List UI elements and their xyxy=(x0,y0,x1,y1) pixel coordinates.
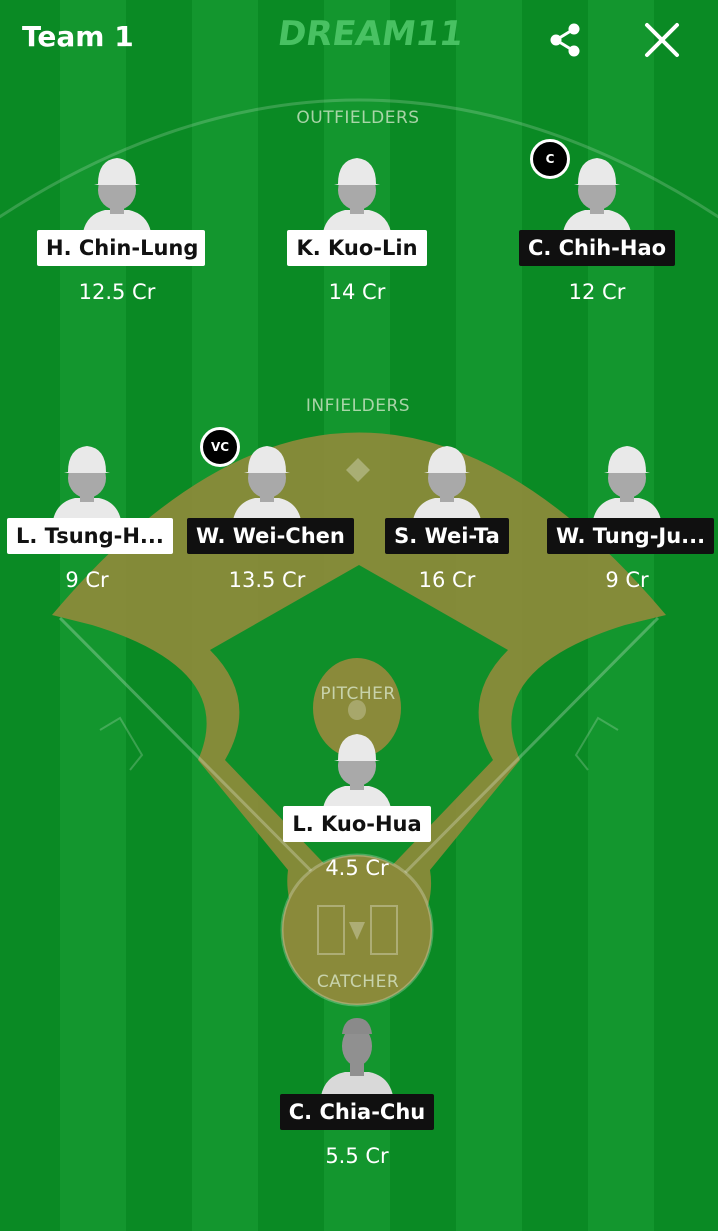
infielders-label: INFIELDERS xyxy=(305,396,411,416)
captain-badge: C xyxy=(530,139,570,179)
player-credits: 4.5 Cr xyxy=(325,856,389,880)
player-credits: 12.5 Cr xyxy=(78,280,156,304)
player-card[interactable]: K. Kuo-Lin 14 Cr xyxy=(277,152,437,304)
player-avatar-icon xyxy=(321,1018,393,1096)
player-card[interactable]: W. Tung-Ju... 9 Cr xyxy=(547,440,715,592)
player-card[interactable]: S. Wei-Ta 16 Cr xyxy=(367,440,527,592)
player-avatar-icon xyxy=(323,734,391,808)
player-name: L. Tsung-H... xyxy=(7,518,173,554)
player-avatar-icon xyxy=(593,446,661,520)
close-icon xyxy=(645,23,679,57)
pitcher-label: PITCHER xyxy=(320,684,396,704)
player-card[interactable]: C. Chia-Chu 5.5 Cr xyxy=(277,1016,437,1168)
vice-captain-badge: VC xyxy=(200,427,240,467)
close-button[interactable] xyxy=(640,18,684,62)
player-credits: 13.5 Cr xyxy=(228,568,306,592)
player-credits: 12 Cr xyxy=(568,280,626,304)
outfielders-label: OUTFIELDERS xyxy=(296,108,420,128)
player-card[interactable]: L. Tsung-H... 9 Cr xyxy=(7,440,173,592)
player-avatar-icon xyxy=(413,446,481,520)
player-credits: 5.5 Cr xyxy=(325,1144,389,1168)
player-name: C. Chia-Chu xyxy=(279,1094,435,1130)
player-credits: 14 Cr xyxy=(328,280,386,304)
player-avatar-icon xyxy=(323,158,391,232)
player-credits: 9 Cr xyxy=(605,568,649,592)
player-avatar-icon xyxy=(53,446,121,520)
player-card[interactable]: L. Kuo-Hua 4.5 Cr xyxy=(277,728,437,880)
player-name: W. Tung-Ju... xyxy=(547,518,715,554)
player-name: H. Chin-Lung xyxy=(37,230,205,266)
dream11-logo: DREAM11 xyxy=(275,14,466,54)
catcher-label: CATCHER xyxy=(316,972,400,992)
share-button[interactable] xyxy=(546,20,586,60)
player-credits: 9 Cr xyxy=(65,568,109,592)
player-name: C. Chih-Hao xyxy=(518,230,676,266)
player-avatar-icon xyxy=(83,158,151,232)
player-name: S. Wei-Ta xyxy=(385,518,509,554)
player-name: K. Kuo-Lin xyxy=(287,230,427,266)
player-card[interactable]: H. Chin-Lung 12.5 Cr xyxy=(37,152,205,304)
player-name: L. Kuo-Hua xyxy=(283,806,431,842)
player-credits: 16 Cr xyxy=(418,568,476,592)
baseball-field: Team 1 DREAM11 OUTFIELDERS INFIELDERS PI… xyxy=(0,0,718,1231)
team-name: Team 1 xyxy=(22,20,134,53)
player-name: W. Wei-Chen xyxy=(187,518,354,554)
share-icon xyxy=(550,23,580,57)
